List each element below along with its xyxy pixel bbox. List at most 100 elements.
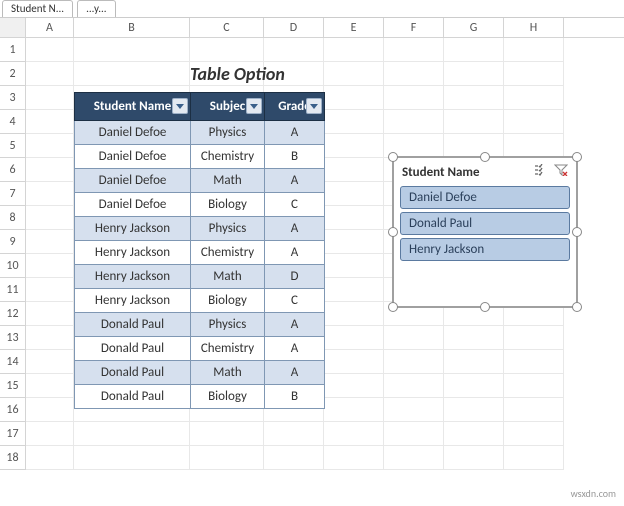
cell[interactable] (74, 38, 190, 62)
cell[interactable] (26, 326, 74, 350)
cell[interactable] (384, 422, 444, 446)
filter-dropdown-icon[interactable] (172, 98, 188, 114)
cell-name[interactable]: Henry Jackson (75, 265, 191, 289)
slicer-item[interactable]: Donald Paul (400, 212, 570, 235)
cell[interactable] (504, 374, 564, 398)
cell-grade[interactable]: D (265, 265, 325, 289)
row-header[interactable]: 2 (0, 62, 26, 86)
cell[interactable] (444, 62, 504, 86)
row-header[interactable]: 15 (0, 374, 26, 398)
cell[interactable] (324, 110, 384, 134)
cell[interactable] (504, 134, 564, 158)
table-row[interactable]: Daniel DefoeMathA (75, 169, 325, 193)
cell-subject[interactable]: Chemistry (191, 145, 265, 169)
cell[interactable] (324, 278, 384, 302)
cell[interactable] (26, 182, 74, 206)
multi-select-icon[interactable] (534, 164, 548, 180)
filter-dropdown-icon[interactable] (306, 98, 322, 114)
cell[interactable] (384, 398, 444, 422)
clear-filter-icon[interactable] (554, 164, 568, 180)
resize-handle-icon[interactable] (480, 152, 490, 162)
row-header[interactable]: 14 (0, 350, 26, 374)
resize-handle-icon[interactable] (388, 227, 398, 237)
slicer-item[interactable]: Daniel Defoe (400, 186, 570, 209)
cell-subject[interactable]: Physics (191, 121, 265, 145)
title-cell[interactable] (74, 62, 190, 86)
cell-grade[interactable]: C (265, 193, 325, 217)
row-header[interactable]: 3 (0, 86, 26, 110)
table-row[interactable]: Daniel DefoeBiologyC (75, 193, 325, 217)
cell-name[interactable]: Henry Jackson (75, 241, 191, 265)
cell[interactable] (26, 302, 74, 326)
cell-name[interactable]: Donald Paul (75, 361, 191, 385)
cell-name[interactable]: Donald Paul (75, 385, 191, 409)
cell-name[interactable]: Daniel Defoe (75, 169, 191, 193)
cell[interactable] (190, 446, 264, 470)
cell-name[interactable]: Henry Jackson (75, 217, 191, 241)
row-header[interactable]: 13 (0, 326, 26, 350)
cell[interactable] (26, 254, 74, 278)
cell-grade[interactable]: A (265, 169, 325, 193)
table-row[interactable]: Henry JacksonBiologyC (75, 289, 325, 313)
cell[interactable] (504, 38, 564, 62)
cell[interactable] (384, 86, 444, 110)
cell[interactable] (324, 374, 384, 398)
table-row[interactable]: Daniel DefoeChemistryB (75, 145, 325, 169)
cell[interactable] (26, 230, 74, 254)
resize-handle-icon[interactable] (572, 152, 582, 162)
table-row[interactable]: Henry JacksonChemistryA (75, 241, 325, 265)
cell-name[interactable]: Donald Paul (75, 337, 191, 361)
column-header-D[interactable]: D (264, 18, 324, 37)
table-row[interactable]: Donald PaulPhysicsA (75, 313, 325, 337)
cell[interactable] (324, 326, 384, 350)
table-header-student-name[interactable]: Student Name (75, 93, 191, 121)
cell[interactable] (324, 446, 384, 470)
row-header[interactable]: 6 (0, 158, 26, 182)
cell[interactable] (324, 182, 384, 206)
cell[interactable] (264, 422, 324, 446)
resize-handle-icon[interactable] (572, 227, 582, 237)
cell[interactable] (384, 110, 444, 134)
cell[interactable] (384, 374, 444, 398)
cell[interactable] (26, 278, 74, 302)
cell[interactable] (190, 422, 264, 446)
cell[interactable] (504, 62, 564, 86)
title-cell[interactable]: Table Option (190, 62, 264, 86)
cell[interactable] (384, 62, 444, 86)
column-header-B[interactable]: B (74, 18, 190, 37)
cell-grade[interactable]: C (265, 289, 325, 313)
table-header-grade[interactable]: Grade (265, 93, 325, 121)
cell-name[interactable]: Daniel Defoe (75, 193, 191, 217)
cell[interactable] (324, 398, 384, 422)
cell[interactable] (74, 422, 190, 446)
cell[interactable] (444, 350, 504, 374)
column-header-A[interactable]: A (26, 18, 74, 37)
table-row[interactable]: Henry JacksonPhysicsA (75, 217, 325, 241)
cell-grade[interactable]: B (265, 385, 325, 409)
cell-name[interactable]: Donald Paul (75, 313, 191, 337)
cell[interactable] (324, 302, 384, 326)
cell[interactable] (26, 206, 74, 230)
select-all-corner[interactable] (0, 18, 26, 37)
row-header[interactable]: 12 (0, 302, 26, 326)
row-header[interactable]: 1 (0, 38, 26, 62)
cell-subject[interactable]: Math (191, 361, 265, 385)
row-header[interactable]: 17 (0, 422, 26, 446)
table-row[interactable]: Donald PaulMathA (75, 361, 325, 385)
row-header[interactable]: 4 (0, 110, 26, 134)
cell-name[interactable]: Henry Jackson (75, 289, 191, 313)
row-header[interactable]: 10 (0, 254, 26, 278)
cell-subject[interactable]: Math (191, 169, 265, 193)
cell-subject[interactable]: Physics (191, 313, 265, 337)
cell-name[interactable]: Daniel Defoe (75, 121, 191, 145)
cell[interactable] (504, 422, 564, 446)
cell[interactable] (26, 110, 74, 134)
cell[interactable] (324, 158, 384, 182)
cell-grade[interactable]: B (265, 145, 325, 169)
sheet-tab[interactable]: Student N... (2, 0, 73, 17)
cell[interactable] (324, 38, 384, 62)
column-header-G[interactable]: G (444, 18, 504, 37)
sheet-tab[interactable]: ...y... (77, 0, 116, 17)
cell-grade[interactable]: A (265, 217, 325, 241)
cell[interactable] (26, 398, 74, 422)
